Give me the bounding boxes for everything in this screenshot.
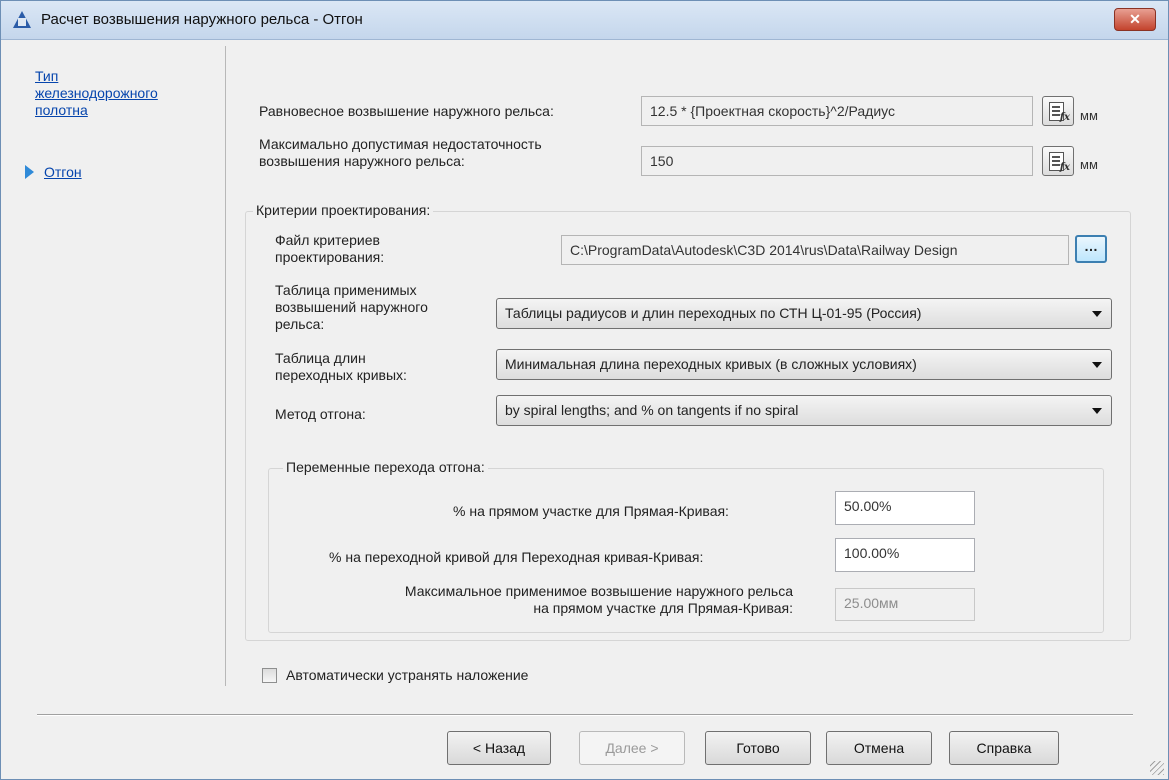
title-bar: Расчет возвышения наружного рельса - Отг… [1, 1, 1168, 40]
fx-icon: fx [1059, 162, 1070, 173]
spiral-table-label: Таблица длин переходных кривых: [275, 350, 407, 384]
spiral-table-dropdown[interactable]: Минимальная длина переходных кривых (в с… [496, 349, 1112, 380]
tangent-percent-input[interactable]: 50.00% [835, 491, 975, 525]
nav-item-label: полотна [35, 102, 88, 118]
criteria-file-label-line: Файл критериев [275, 232, 380, 248]
spiral-table-label-line: Таблица длин [275, 350, 366, 366]
button-separator [37, 714, 1133, 716]
wizard-nav: Тип железнодорожного полотна Отгон [9, 46, 226, 686]
design-criteria-title: Критерии проектирования: [253, 202, 434, 218]
help-button[interactable]: Справка [949, 731, 1059, 765]
auto-resolve-label[interactable]: Автоматически устранять наложение [286, 667, 528, 684]
criteria-file-label: Файл критериев проектирования: [275, 232, 384, 266]
equilibrium-expression-field[interactable]: 12.5 * {Проектная скорость}^2/Радиус [641, 96, 1033, 126]
dropdown-arrow-icon [1092, 362, 1102, 368]
equilibrium-unit: мм [1080, 108, 1098, 123]
expression-editor-button[interactable]: fx [1042, 96, 1074, 126]
dropdown-arrow-icon [1092, 311, 1102, 317]
cant-table-label-line: возвышений наружного [275, 299, 428, 315]
tangent-percent-label: % на прямом участке для Прямая-Кривая: [453, 503, 729, 519]
dropdown-arrow-icon [1092, 408, 1102, 414]
max-applied-cant-label-line: на прямом участке для Прямая-Кривая: [533, 600, 793, 616]
cant-table-selected-value: Таблицы радиусов и длин переходных по СТ… [505, 305, 922, 321]
browse-button[interactable]: … [1075, 235, 1107, 263]
nav-item-label: железнодорожного [35, 85, 158, 101]
equilibrium-label: Равновесное возвышение наружного рельса: [259, 103, 554, 119]
max-applied-cant-label: Максимальное применимое возвышение наруж… [305, 583, 793, 617]
spiral-percent-label: % на переходной кривой для Переходная кр… [329, 549, 704, 565]
spiral-table-selected-value: Минимальная длина переходных кривых (в с… [505, 356, 917, 372]
finish-button[interactable]: Готово [705, 731, 811, 765]
dialog-content: Тип железнодорожного полотна Отгон Равно… [9, 46, 1160, 773]
runoff-method-selected-value: by spiral lengths; and % on tangents if … [505, 402, 799, 418]
runoff-method-label: Метод отгона: [275, 406, 366, 422]
criteria-file-label-line: проектирования: [275, 249, 385, 265]
close-button[interactable]: ✕ [1114, 8, 1156, 31]
cancel-button[interactable]: Отмена [826, 731, 932, 765]
ellipsis-icon: … [1084, 238, 1098, 254]
dialog-window: Расчет возвышения наружного рельса - Отг… [0, 0, 1169, 780]
fx-icon: fx [1059, 112, 1070, 123]
max-applied-cant-field: 25.00мм [835, 588, 975, 621]
runoff-method-dropdown[interactable]: by spiral lengths; and % on tangents if … [496, 395, 1112, 426]
next-button: Далее > [579, 731, 685, 765]
deficiency-field[interactable]: 150 [641, 146, 1033, 176]
nav-item-runoff[interactable]: Отгон [44, 164, 82, 181]
deficiency-label-line: возвышения наружного рельса: [259, 153, 465, 169]
current-step-arrow-icon [25, 165, 34, 179]
cant-table-label-line: Таблица применимых [275, 282, 417, 298]
criteria-file-path-field[interactable]: C:\ProgramData\Autodesk\C3D 2014\rus\Dat… [561, 235, 1069, 265]
window-title: Расчет возвышения наружного рельса - Отг… [41, 11, 363, 28]
deficiency-label: Максимально допустимая недостаточность в… [259, 136, 542, 170]
spiral-table-label-line: переходных кривых: [275, 367, 407, 383]
max-applied-cant-label-line: Максимальное применимое возвышение наруж… [404, 583, 793, 599]
civil3d-app-icon [13, 11, 31, 28]
back-button[interactable]: < Назад [447, 731, 551, 765]
auto-resolve-checkbox[interactable] [262, 668, 277, 683]
nav-item-track-type[interactable]: Тип железнодорожного полотна [35, 68, 158, 119]
transition-variables-title: Переменные перехода отгона: [283, 459, 488, 475]
cant-table-dropdown[interactable]: Таблицы радиусов и длин переходных по СТ… [496, 298, 1112, 329]
deficiency-expression-button[interactable]: fx [1042, 146, 1074, 176]
nav-item-label: Тип [35, 68, 59, 84]
deficiency-unit: мм [1080, 157, 1098, 172]
spiral-percent-input[interactable]: 100.00% [835, 538, 975, 572]
deficiency-label-line: Максимально допустимая недостаточность [259, 136, 542, 152]
cant-table-label-line: рельса: [275, 316, 325, 332]
resize-grip-icon[interactable] [1150, 761, 1164, 775]
cant-table-label: Таблица применимых возвышений наружного … [275, 282, 428, 333]
